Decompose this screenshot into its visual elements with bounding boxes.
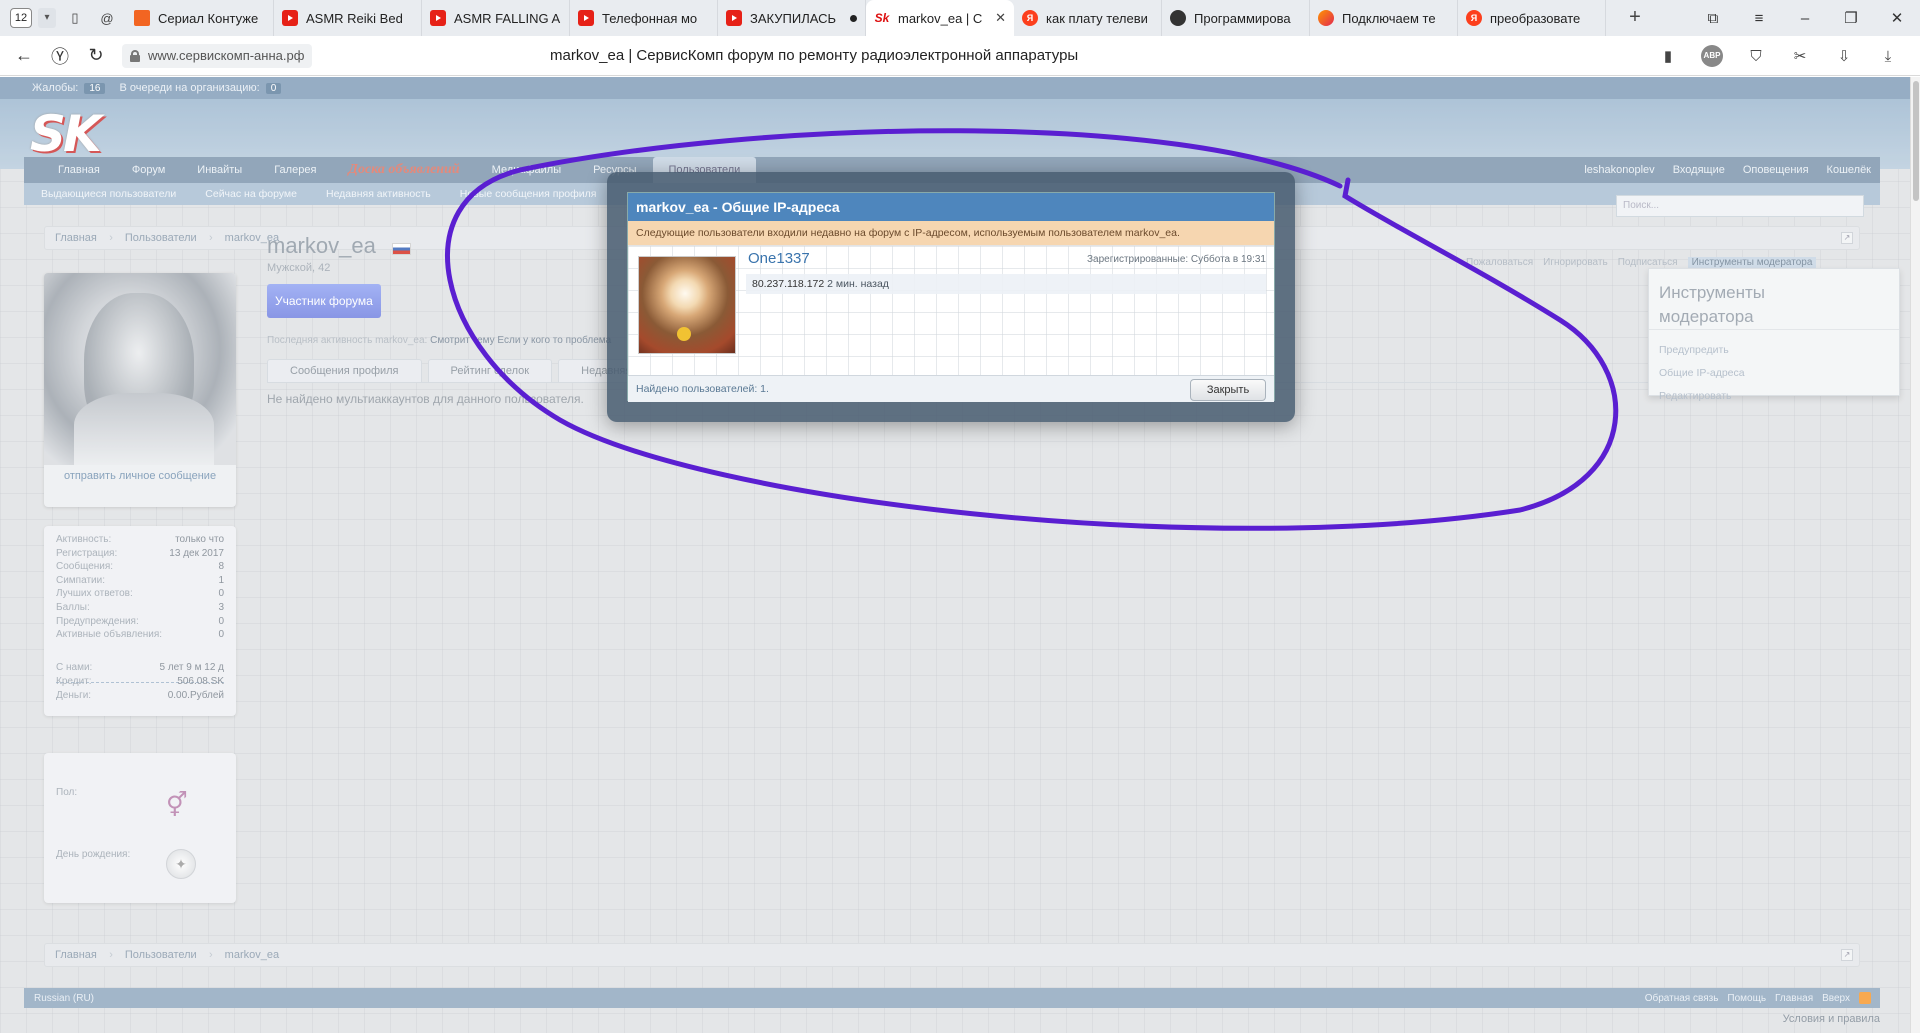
bookmarks-icon[interactable]: ⧉ bbox=[1690, 10, 1736, 27]
browser-tab[interactable]: Япреобразовате bbox=[1458, 0, 1606, 36]
at-icon[interactable]: @ bbox=[94, 5, 120, 31]
tools-icon[interactable]: ✂ bbox=[1778, 47, 1822, 65]
youtube-icon bbox=[430, 10, 446, 26]
minimize-icon[interactable]: – bbox=[1782, 10, 1828, 27]
browser-tab[interactable]: Sk markov_ea | С ✕ bbox=[866, 0, 1014, 36]
tab-counter[interactable]: 12 bbox=[10, 8, 32, 28]
new-tab-button[interactable]: + bbox=[1620, 3, 1650, 33]
found-count: Найдено пользователей: 1. bbox=[636, 383, 769, 395]
bookmark-icon[interactable]: ▮ bbox=[1646, 47, 1690, 65]
url-text: www.сервискомп-анна.рф bbox=[148, 48, 305, 63]
shield-icon[interactable]: ⛉ bbox=[1734, 48, 1778, 65]
browser-tab[interactable]: Сериал Контуже bbox=[126, 0, 274, 36]
tab-label: ASMR FALLING A bbox=[454, 10, 561, 26]
ip-row: 80.237.118.172 2 мин. назад bbox=[746, 274, 1266, 294]
url-field[interactable]: www.сервискомп-анна.рф bbox=[122, 43, 313, 68]
browser-tab-bar: 12 ▾ ▯ @ Сериал Контуже ASMR Reiki Bed ASM… bbox=[0, 0, 1920, 36]
tab-label: Телефонная мо bbox=[602, 10, 698, 26]
page-title: markov_ea | СервисКомп форум по ремонту … bbox=[550, 47, 1079, 64]
page-icon[interactable]: ▯ bbox=[62, 5, 88, 31]
browser-tab[interactable]: ЗАКУПИЛАСЬ bbox=[718, 0, 866, 36]
orange-icon bbox=[134, 10, 150, 26]
browser-tab[interactable]: Телефонная мо bbox=[570, 0, 718, 36]
tab-label: как плату телеви bbox=[1046, 10, 1148, 26]
browser-tab[interactable]: ASMR FALLING A bbox=[422, 0, 570, 36]
window-controls: ⧉ ≡ – ❐ ✕ bbox=[1690, 0, 1920, 36]
dialog-title: markov_ea - Общие IP-адреса bbox=[628, 193, 1274, 221]
firefox-icon bbox=[1318, 10, 1334, 26]
address-bar-icons: ▮ ABP ⛉ ✂ ⇩ ⤓ bbox=[1646, 36, 1910, 76]
youtube-icon bbox=[578, 10, 594, 26]
tab-label: markov_ea | С bbox=[898, 10, 983, 26]
tab-label: Сериал Контуже bbox=[158, 10, 259, 26]
audio-dot-icon bbox=[850, 14, 857, 22]
sk-icon: Sk bbox=[874, 10, 890, 26]
close-window-icon[interactable]: ✕ bbox=[1874, 9, 1920, 27]
registration-info: Зарегистрированные: Суббота в 19:31 bbox=[1087, 254, 1266, 265]
adblock-icon[interactable]: ABP bbox=[1701, 45, 1723, 67]
browser-tab[interactable]: Программирова bbox=[1162, 0, 1310, 36]
yandex-icon: Я bbox=[1466, 10, 1482, 26]
tab-label: Программирова bbox=[1194, 10, 1291, 26]
browser-tab[interactable]: Якак плату телеви bbox=[1014, 0, 1162, 36]
dialog-note: Следующие пользователи входили недавно н… bbox=[628, 221, 1274, 245]
yandex-icon[interactable]: Ⓨ bbox=[42, 43, 78, 69]
tab-label: Подключаем те bbox=[1342, 10, 1436, 26]
download-icon[interactable]: ⤓ bbox=[1866, 48, 1910, 65]
close-tab-icon[interactable]: ✕ bbox=[995, 10, 1006, 26]
browser-tab[interactable]: Подключаем те bbox=[1310, 0, 1458, 36]
tab-label: ЗАКУПИЛАСЬ bbox=[750, 10, 837, 26]
tab-list-chevron-icon[interactable]: ▾ bbox=[38, 8, 56, 28]
lock-icon bbox=[130, 49, 140, 62]
maximize-icon[interactable]: ❐ bbox=[1828, 9, 1874, 27]
youtube-icon bbox=[726, 10, 742, 26]
reload-icon[interactable]: ↻ bbox=[78, 45, 114, 66]
ip-time: 2 мин. назад bbox=[827, 278, 889, 290]
youtube-icon bbox=[282, 10, 298, 26]
user-avatar[interactable] bbox=[638, 256, 736, 354]
close-button[interactable]: Закрыть bbox=[1190, 379, 1266, 401]
ip-address: 80.237.118.172 bbox=[752, 278, 825, 290]
shared-ip-dialog: markov_ea - Общие IP-адреса Следующие по… bbox=[627, 192, 1275, 402]
downloads-icon[interactable]: ⇩ bbox=[1822, 47, 1866, 65]
dialog-body: One1337 Зарегистрированные: Суббота в 19… bbox=[628, 245, 1274, 375]
yandex-icon: Я bbox=[1022, 10, 1038, 26]
menu-icon[interactable]: ≡ bbox=[1736, 10, 1782, 27]
back-icon[interactable]: ← bbox=[6, 45, 42, 66]
tab-label: ASMR Reiki Bed bbox=[306, 10, 403, 26]
tab-label: преобразовате bbox=[1490, 10, 1581, 26]
user-link[interactable]: One1337 bbox=[748, 250, 810, 267]
browser-tab[interactable]: ASMR Reiki Bed bbox=[274, 0, 422, 36]
github-icon bbox=[1170, 10, 1186, 26]
page-scrollbar[interactable] bbox=[1910, 77, 1920, 1033]
dialog-footer: Найдено пользователей: 1. Закрыть bbox=[628, 375, 1274, 402]
